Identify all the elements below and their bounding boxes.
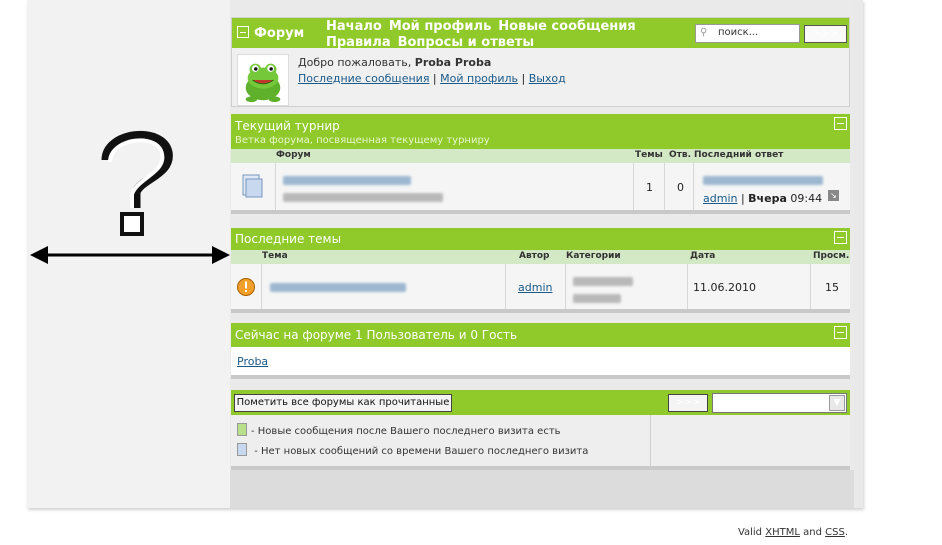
nav-rules[interactable]: Правила: [326, 35, 391, 50]
forum-header: Форум Начало Мой профиль Новые сообщения П…: [231, 17, 850, 107]
welcome-text: Добро пожаловать, Proba Proba: [298, 56, 492, 69]
link-logout[interactable]: Выход: [529, 72, 566, 85]
latest-title: Последние темы: [235, 232, 342, 246]
double-arrow-icon: [30, 246, 230, 264]
frog-avatar-icon: [245, 63, 281, 103]
search-input[interactable]: ⚲ поиск...: [695, 24, 800, 43]
no-new-posts-icon: [237, 443, 247, 456]
user-links: Последние сообщения | Мой профиль | Выхо…: [298, 72, 566, 85]
question-mark-icon: [101, 130, 173, 236]
online-bar: Сейчас на форуме 1 Пользователь и 0 Гост…: [231, 323, 850, 347]
search-button[interactable]: >>>: [804, 25, 847, 43]
col-last-reply: Последний ответ: [694, 150, 784, 160]
forum-status-icon: [242, 174, 263, 198]
forum-title[interactable]: Форум: [237, 26, 304, 41]
header-bar: Форум Начало Мой профиль Новые сообщения П…: [232, 18, 849, 51]
link-my-profile[interactable]: Мой профиль: [440, 72, 518, 85]
topic-views: 15: [825, 281, 839, 294]
nav-home[interactable]: Начало: [326, 19, 382, 34]
tournament-description: Ветка форума, посвященная текущему турни…: [235, 135, 490, 146]
online-user-link[interactable]: Proba: [237, 355, 268, 368]
online-title: Сейчас на форуме 1 Пользователь и 0 Гост…: [235, 328, 518, 342]
nav-profile[interactable]: Мой профиль: [389, 19, 491, 34]
collapse-icon[interactable]: [834, 326, 847, 339]
username: Proba Proba: [414, 56, 492, 69]
topic-date: 11.06.2010: [693, 281, 756, 294]
topic-author[interactable]: admin: [518, 281, 552, 294]
latest-topics-section: Последние темы Тема Автор Категории Дата…: [231, 228, 850, 313]
go-to-post-icon[interactable]: ↘: [828, 190, 839, 201]
col-views: Просм.: [813, 251, 850, 261]
legend-none: - Нет новых сообщений со времени Вашего …: [237, 443, 588, 457]
tools-bar: Пометить все форумы как прочитанные >>> …: [231, 390, 850, 415]
new-posts-icon: [237, 423, 247, 436]
replies-count: 0: [677, 181, 684, 194]
avatar: [237, 54, 289, 106]
latest-bar: Последние темы: [231, 228, 850, 250]
xhtml-link[interactable]: XHTML: [765, 527, 800, 538]
validation-footer: Valid XHTML and CSS.: [737, 527, 848, 538]
topic-link-blurred[interactable]: [270, 282, 406, 295]
css-link[interactable]: CSS: [825, 527, 845, 538]
latest-columns: Тема Автор Категории Дата Просм.: [231, 250, 850, 264]
online-section: Сейчас на форуме 1 Пользователь и 0 Гост…: [231, 323, 850, 379]
link-last-posts[interactable]: Последние сообщения: [298, 72, 429, 85]
topics-count: 1: [646, 181, 653, 194]
tournament-title: Текущий турнир: [235, 119, 340, 133]
col-replies: Отв.: [669, 150, 691, 160]
jump-go-button[interactable]: >>>: [668, 394, 708, 412]
legend-new: - Новые сообщения после Вашего последнег…: [237, 423, 561, 437]
tournament-columns: Форум Темы Отв. Последний ответ: [231, 149, 850, 163]
main-nav: Начало Мой профиль Новые сообщения Правила…: [326, 19, 646, 51]
tournament-section: Текущий турнир Ветка форума, посвященная…: [231, 114, 850, 214]
forum-tools-section: Пометить все форумы как прочитанные >>> …: [231, 390, 850, 470]
last-reply-info: admin | Вчера 09:44: [703, 192, 823, 205]
collapse-icon[interactable]: [834, 117, 847, 130]
category-blurred: [573, 276, 633, 306]
col-forum: Форум: [276, 150, 311, 160]
nav-faq[interactable]: Вопросы и ответы: [398, 35, 534, 50]
mark-all-read-button[interactable]: Пометить все форумы как прочитанные: [234, 394, 452, 412]
collapse-icon[interactable]: [834, 231, 847, 244]
col-date: Дата: [690, 251, 716, 261]
warning-icon: [237, 278, 255, 296]
nav-new-posts[interactable]: Новые сообщения: [498, 19, 635, 34]
online-users: Proba: [237, 355, 268, 368]
col-topics: Темы: [635, 150, 663, 160]
forum-link-blurred[interactable]: [283, 175, 443, 205]
tournament-bar: Текущий турнир Ветка форума, посвященная…: [231, 114, 850, 149]
col-categories: Категории: [566, 251, 621, 261]
chevron-down-icon: ▼: [829, 395, 845, 411]
col-topic: Тема: [262, 251, 288, 261]
col-author: Автор: [519, 251, 550, 261]
quick-jump-select[interactable]: Быстрый переход ▼: [712, 393, 847, 413]
last-reply-link-blurred[interactable]: [703, 175, 823, 188]
table-row: 1 0 admin | Вчера 09:44 ↘: [231, 163, 850, 210]
collapse-icon[interactable]: [237, 26, 249, 38]
search-icon: ⚲: [700, 27, 708, 38]
footer-strip: [230, 470, 854, 508]
last-reply-user[interactable]: admin: [703, 192, 737, 205]
table-row: admin 11.06.2010 15: [231, 264, 850, 309]
